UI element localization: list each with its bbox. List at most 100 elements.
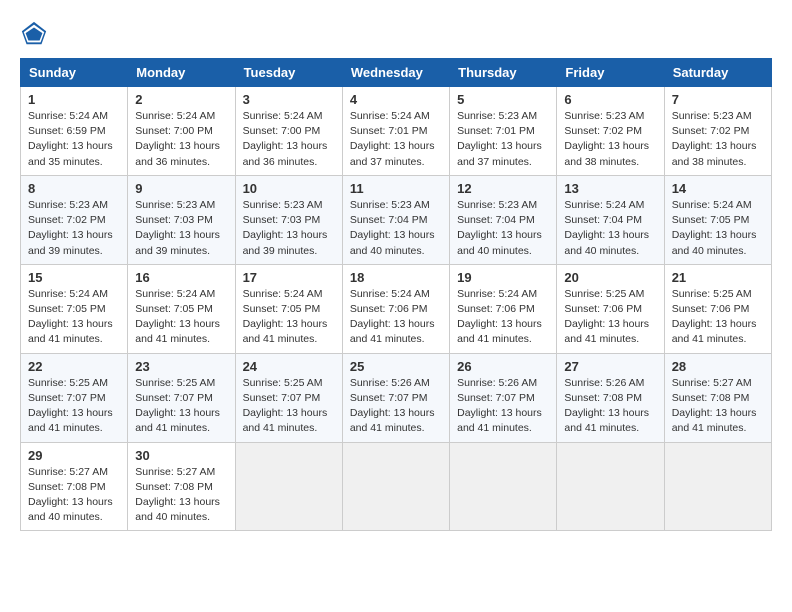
day-number: 17: [243, 270, 335, 285]
calendar-cell: 26 Sunrise: 5:26 AM Sunset: 7:07 PM Dayl…: [450, 353, 557, 442]
day-detail: Sunrise: 5:25 AM Sunset: 7:06 PM Dayligh…: [672, 287, 764, 348]
day-number: 29: [28, 448, 120, 463]
calendar-cell: 24 Sunrise: 5:25 AM Sunset: 7:07 PM Dayl…: [235, 353, 342, 442]
day-detail: Sunrise: 5:25 AM Sunset: 7:07 PM Dayligh…: [243, 376, 335, 437]
calendar-cell: 7 Sunrise: 5:23 AM Sunset: 7:02 PM Dayli…: [664, 87, 771, 176]
calendar-cell: 28 Sunrise: 5:27 AM Sunset: 7:08 PM Dayl…: [664, 353, 771, 442]
day-number: 12: [457, 181, 549, 196]
day-detail: Sunrise: 5:24 AM Sunset: 7:06 PM Dayligh…: [457, 287, 549, 348]
day-number: 16: [135, 270, 227, 285]
day-detail: Sunrise: 5:24 AM Sunset: 7:00 PM Dayligh…: [243, 109, 335, 170]
day-detail: Sunrise: 5:23 AM Sunset: 7:03 PM Dayligh…: [135, 198, 227, 259]
calendar-cell: 15 Sunrise: 5:24 AM Sunset: 7:05 PM Dayl…: [21, 264, 128, 353]
day-detail: Sunrise: 5:27 AM Sunset: 7:08 PM Dayligh…: [672, 376, 764, 437]
weekday-header: Monday: [128, 59, 235, 87]
calendar-week-row: 1 Sunrise: 5:24 AM Sunset: 6:59 PM Dayli…: [21, 87, 772, 176]
calendar-cell: 2 Sunrise: 5:24 AM Sunset: 7:00 PM Dayli…: [128, 87, 235, 176]
calendar-cell: 14 Sunrise: 5:24 AM Sunset: 7:05 PM Dayl…: [664, 175, 771, 264]
day-detail: Sunrise: 5:23 AM Sunset: 7:02 PM Dayligh…: [564, 109, 656, 170]
page-header: [20, 20, 772, 48]
calendar-cell: 12 Sunrise: 5:23 AM Sunset: 7:04 PM Dayl…: [450, 175, 557, 264]
day-number: 1: [28, 92, 120, 107]
day-number: 19: [457, 270, 549, 285]
day-detail: Sunrise: 5:23 AM Sunset: 7:03 PM Dayligh…: [243, 198, 335, 259]
calendar-cell: 18 Sunrise: 5:24 AM Sunset: 7:06 PM Dayl…: [342, 264, 449, 353]
calendar-cell: 5 Sunrise: 5:23 AM Sunset: 7:01 PM Dayli…: [450, 87, 557, 176]
weekday-header: Friday: [557, 59, 664, 87]
calendar-cell: 19 Sunrise: 5:24 AM Sunset: 7:06 PM Dayl…: [450, 264, 557, 353]
calendar-week-row: 22 Sunrise: 5:25 AM Sunset: 7:07 PM Dayl…: [21, 353, 772, 442]
day-number: 9: [135, 181, 227, 196]
calendar-cell: [342, 442, 449, 531]
day-number: 18: [350, 270, 442, 285]
calendar-cell: 10 Sunrise: 5:23 AM Sunset: 7:03 PM Dayl…: [235, 175, 342, 264]
day-number: 14: [672, 181, 764, 196]
day-detail: Sunrise: 5:25 AM Sunset: 7:07 PM Dayligh…: [135, 376, 227, 437]
calendar-cell: 6 Sunrise: 5:23 AM Sunset: 7:02 PM Dayli…: [557, 87, 664, 176]
calendar-cell: 27 Sunrise: 5:26 AM Sunset: 7:08 PM Dayl…: [557, 353, 664, 442]
day-detail: Sunrise: 5:24 AM Sunset: 7:05 PM Dayligh…: [135, 287, 227, 348]
day-detail: Sunrise: 5:27 AM Sunset: 7:08 PM Dayligh…: [28, 465, 120, 526]
logo: [20, 20, 52, 48]
day-number: 11: [350, 181, 442, 196]
calendar-cell: 9 Sunrise: 5:23 AM Sunset: 7:03 PM Dayli…: [128, 175, 235, 264]
day-detail: Sunrise: 5:25 AM Sunset: 7:07 PM Dayligh…: [28, 376, 120, 437]
calendar-week-row: 29 Sunrise: 5:27 AM Sunset: 7:08 PM Dayl…: [21, 442, 772, 531]
weekday-header: Sunday: [21, 59, 128, 87]
calendar-table: SundayMondayTuesdayWednesdayThursdayFrid…: [20, 58, 772, 531]
weekday-header: Wednesday: [342, 59, 449, 87]
calendar-cell: 4 Sunrise: 5:24 AM Sunset: 7:01 PM Dayli…: [342, 87, 449, 176]
calendar-cell: [557, 442, 664, 531]
day-detail: Sunrise: 5:23 AM Sunset: 7:04 PM Dayligh…: [457, 198, 549, 259]
calendar-cell: [235, 442, 342, 531]
day-number: 13: [564, 181, 656, 196]
day-number: 20: [564, 270, 656, 285]
weekday-header: Tuesday: [235, 59, 342, 87]
calendar-cell: 3 Sunrise: 5:24 AM Sunset: 7:00 PM Dayli…: [235, 87, 342, 176]
day-number: 3: [243, 92, 335, 107]
day-number: 30: [135, 448, 227, 463]
day-number: 27: [564, 359, 656, 374]
calendar-cell: 21 Sunrise: 5:25 AM Sunset: 7:06 PM Dayl…: [664, 264, 771, 353]
calendar-week-row: 8 Sunrise: 5:23 AM Sunset: 7:02 PM Dayli…: [21, 175, 772, 264]
day-number: 22: [28, 359, 120, 374]
day-number: 24: [243, 359, 335, 374]
calendar-cell: [450, 442, 557, 531]
calendar-cell: 25 Sunrise: 5:26 AM Sunset: 7:07 PM Dayl…: [342, 353, 449, 442]
logo-icon: [20, 20, 48, 48]
calendar-cell: [664, 442, 771, 531]
day-number: 15: [28, 270, 120, 285]
day-number: 5: [457, 92, 549, 107]
day-detail: Sunrise: 5:27 AM Sunset: 7:08 PM Dayligh…: [135, 465, 227, 526]
day-detail: Sunrise: 5:24 AM Sunset: 7:04 PM Dayligh…: [564, 198, 656, 259]
day-detail: Sunrise: 5:24 AM Sunset: 7:01 PM Dayligh…: [350, 109, 442, 170]
day-detail: Sunrise: 5:24 AM Sunset: 7:05 PM Dayligh…: [28, 287, 120, 348]
day-number: 10: [243, 181, 335, 196]
calendar-cell: 30 Sunrise: 5:27 AM Sunset: 7:08 PM Dayl…: [128, 442, 235, 531]
day-detail: Sunrise: 5:23 AM Sunset: 7:02 PM Dayligh…: [672, 109, 764, 170]
day-detail: Sunrise: 5:23 AM Sunset: 7:04 PM Dayligh…: [350, 198, 442, 259]
calendar-cell: 20 Sunrise: 5:25 AM Sunset: 7:06 PM Dayl…: [557, 264, 664, 353]
calendar-cell: 22 Sunrise: 5:25 AM Sunset: 7:07 PM Dayl…: [21, 353, 128, 442]
day-number: 8: [28, 181, 120, 196]
day-number: 2: [135, 92, 227, 107]
day-number: 25: [350, 359, 442, 374]
day-detail: Sunrise: 5:23 AM Sunset: 7:01 PM Dayligh…: [457, 109, 549, 170]
weekday-header: Saturday: [664, 59, 771, 87]
calendar-cell: 13 Sunrise: 5:24 AM Sunset: 7:04 PM Dayl…: [557, 175, 664, 264]
calendar-cell: 17 Sunrise: 5:24 AM Sunset: 7:05 PM Dayl…: [235, 264, 342, 353]
day-number: 23: [135, 359, 227, 374]
calendar-cell: 1 Sunrise: 5:24 AM Sunset: 6:59 PM Dayli…: [21, 87, 128, 176]
day-detail: Sunrise: 5:24 AM Sunset: 7:05 PM Dayligh…: [672, 198, 764, 259]
day-detail: Sunrise: 5:25 AM Sunset: 7:06 PM Dayligh…: [564, 287, 656, 348]
day-number: 26: [457, 359, 549, 374]
day-number: 21: [672, 270, 764, 285]
calendar-cell: 16 Sunrise: 5:24 AM Sunset: 7:05 PM Dayl…: [128, 264, 235, 353]
day-detail: Sunrise: 5:24 AM Sunset: 7:06 PM Dayligh…: [350, 287, 442, 348]
calendar-cell: 11 Sunrise: 5:23 AM Sunset: 7:04 PM Dayl…: [342, 175, 449, 264]
weekday-header: Thursday: [450, 59, 557, 87]
calendar-cell: 8 Sunrise: 5:23 AM Sunset: 7:02 PM Dayli…: [21, 175, 128, 264]
day-number: 28: [672, 359, 764, 374]
day-detail: Sunrise: 5:26 AM Sunset: 7:07 PM Dayligh…: [457, 376, 549, 437]
calendar-cell: 23 Sunrise: 5:25 AM Sunset: 7:07 PM Dayl…: [128, 353, 235, 442]
